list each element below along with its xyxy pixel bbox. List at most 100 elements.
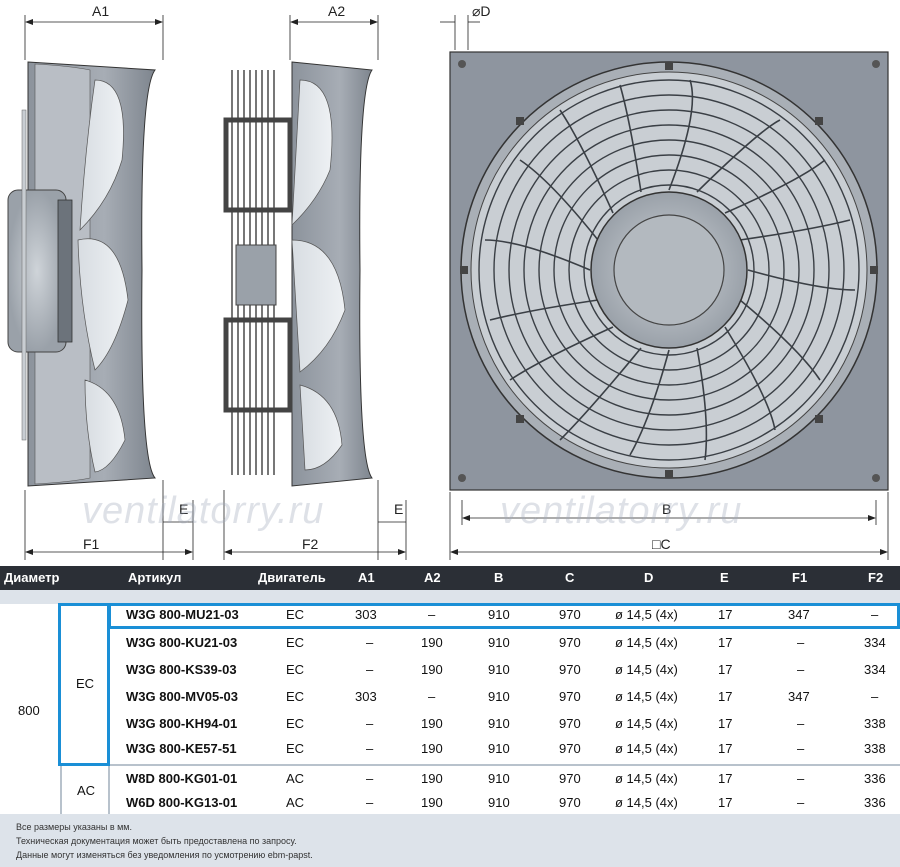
row-a1: – [366, 741, 374, 756]
note-documentation: Техническая документация может быть пред… [16, 836, 297, 846]
row-b: 910 [488, 795, 510, 810]
row-e: 17 [718, 662, 733, 677]
row-motor: EC [286, 607, 305, 622]
row-a2: 190 [421, 716, 443, 731]
row-a2: 190 [421, 662, 443, 677]
dim-label-a1: A1 [92, 3, 109, 19]
table-header: Диаметр Артикул Двигатель A1 A2 B C D E … [0, 566, 900, 590]
row-a2: 190 [421, 795, 443, 810]
row-f2: 338 [864, 716, 886, 731]
row-c: 970 [559, 795, 581, 810]
dim-label-c: □C [652, 536, 671, 552]
header-e: E [720, 570, 729, 585]
row-b: 910 [488, 741, 510, 756]
watermark-1: ventilatorry.ru [82, 490, 325, 532]
row-d: ø 14,5 (4x) [615, 795, 678, 810]
header-a1: A1 [358, 570, 375, 585]
header-d: D [644, 570, 654, 585]
table-row: W3G 800-KE57-51 EC – 190 910 970 ø 14,5 … [0, 741, 900, 761]
row-article: W8D 800-KG01-01 [126, 771, 238, 786]
row-c: 970 [559, 689, 581, 704]
dim-label-a2: A2 [328, 3, 345, 19]
dimension-table: Диаметр Артикул Двигатель A1 A2 B C D E … [0, 566, 900, 867]
row-a1: – [366, 662, 374, 677]
table-row: W3G 800-MU21-03 EC 303 – 910 970 ø 14,5 … [0, 607, 900, 627]
dim-label-f1: F1 [83, 536, 100, 552]
row-f2: – [871, 607, 879, 622]
row-b: 910 [488, 716, 510, 731]
row-e: 17 [718, 771, 733, 786]
row-motor: EC [286, 662, 305, 677]
row-article: W3G 800-MV05-03 [126, 689, 238, 704]
row-a2: 190 [421, 771, 443, 786]
row-f2: 338 [864, 741, 886, 756]
table-row: W6D 800-KG13-01 AC – 190 910 970 ø 14,5 … [0, 795, 900, 815]
row-motor: AC [286, 795, 305, 810]
row-c: 970 [559, 662, 581, 677]
note-changes: Данные могут изменяться без уведомления … [16, 850, 313, 860]
row-c: 970 [559, 771, 581, 786]
row-e: 17 [718, 607, 733, 622]
row-article: W3G 800-KU21-03 [126, 635, 238, 650]
row-e: 17 [718, 689, 733, 704]
row-e: 17 [718, 635, 733, 650]
header-c: C [565, 570, 575, 585]
row-motor: EC [286, 716, 305, 731]
row-a1: – [366, 771, 374, 786]
row-c: 970 [559, 741, 581, 756]
row-b: 910 [488, 635, 510, 650]
header-f2: F2 [868, 570, 884, 585]
row-f1: – [797, 771, 805, 786]
row-c: 970 [559, 635, 581, 650]
dim-label-f2: F2 [302, 536, 319, 552]
row-f1: – [797, 741, 805, 756]
row-b: 910 [488, 662, 510, 677]
side-view-2 [223, 15, 407, 560]
row-a2: – [428, 607, 436, 622]
row-article: W3G 800-MU21-03 [126, 607, 239, 622]
row-a1: 303 [355, 689, 377, 704]
dim-label-d: ⌀D [472, 3, 491, 19]
row-f2: 336 [864, 771, 886, 786]
row-motor: EC [286, 635, 305, 650]
row-f1: – [797, 795, 805, 810]
row-f1: – [797, 662, 805, 677]
side-view-1 [7, 15, 194, 560]
row-c: 970 [559, 607, 581, 622]
row-d: ø 14,5 (4x) [615, 716, 678, 731]
row-f2: 334 [864, 635, 886, 650]
row-e: 17 [718, 741, 733, 756]
technical-drawing: A1 A2 ⌀D E E B F1 F2 □C [7, 3, 889, 560]
header-f1: F1 [792, 570, 808, 585]
table-row: W8D 800-KG01-01 AC – 190 910 970 ø 14,5 … [0, 771, 900, 791]
row-motor: EC [286, 689, 305, 704]
header-article: Артикул [128, 570, 182, 585]
row-article: W3G 800-KH94-01 [126, 716, 238, 731]
row-d: ø 14,5 (4x) [615, 635, 678, 650]
row-f1: – [797, 635, 805, 650]
table-row: W3G 800-KU21-03 EC – 190 910 970 ø 14,5 … [0, 635, 900, 655]
table-row: W3G 800-MV05-03 EC 303 – 910 970 ø 14,5 … [0, 689, 900, 709]
row-a1: – [366, 795, 374, 810]
row-article: W3G 800-KS39-03 [126, 662, 237, 677]
row-d: ø 14,5 (4x) [615, 741, 678, 756]
watermark-2: ventilatorry.ru [500, 490, 743, 532]
row-f2: 336 [864, 795, 886, 810]
group-divider [60, 764, 900, 766]
row-b: 910 [488, 771, 510, 786]
header-b: B [494, 570, 504, 585]
front-view [440, 15, 889, 560]
row-article: W6D 800-KG13-01 [126, 795, 238, 810]
row-d: ø 14,5 (4x) [615, 771, 678, 786]
row-f1: – [797, 716, 805, 731]
header-diameter: Диаметр [4, 570, 60, 585]
row-a2: – [428, 689, 436, 704]
row-b: 910 [488, 689, 510, 704]
row-a2: 190 [421, 741, 443, 756]
note-units: Все размеры указаны в мм. [16, 822, 132, 832]
table-row: W3G 800-KH94-01 EC – 190 910 970 ø 14,5 … [0, 716, 900, 736]
dim-label-e-2: E [394, 501, 403, 517]
footnotes: Все размеры указаны в мм. Техническая до… [0, 814, 900, 867]
row-a2: 190 [421, 635, 443, 650]
row-a1: – [366, 635, 374, 650]
